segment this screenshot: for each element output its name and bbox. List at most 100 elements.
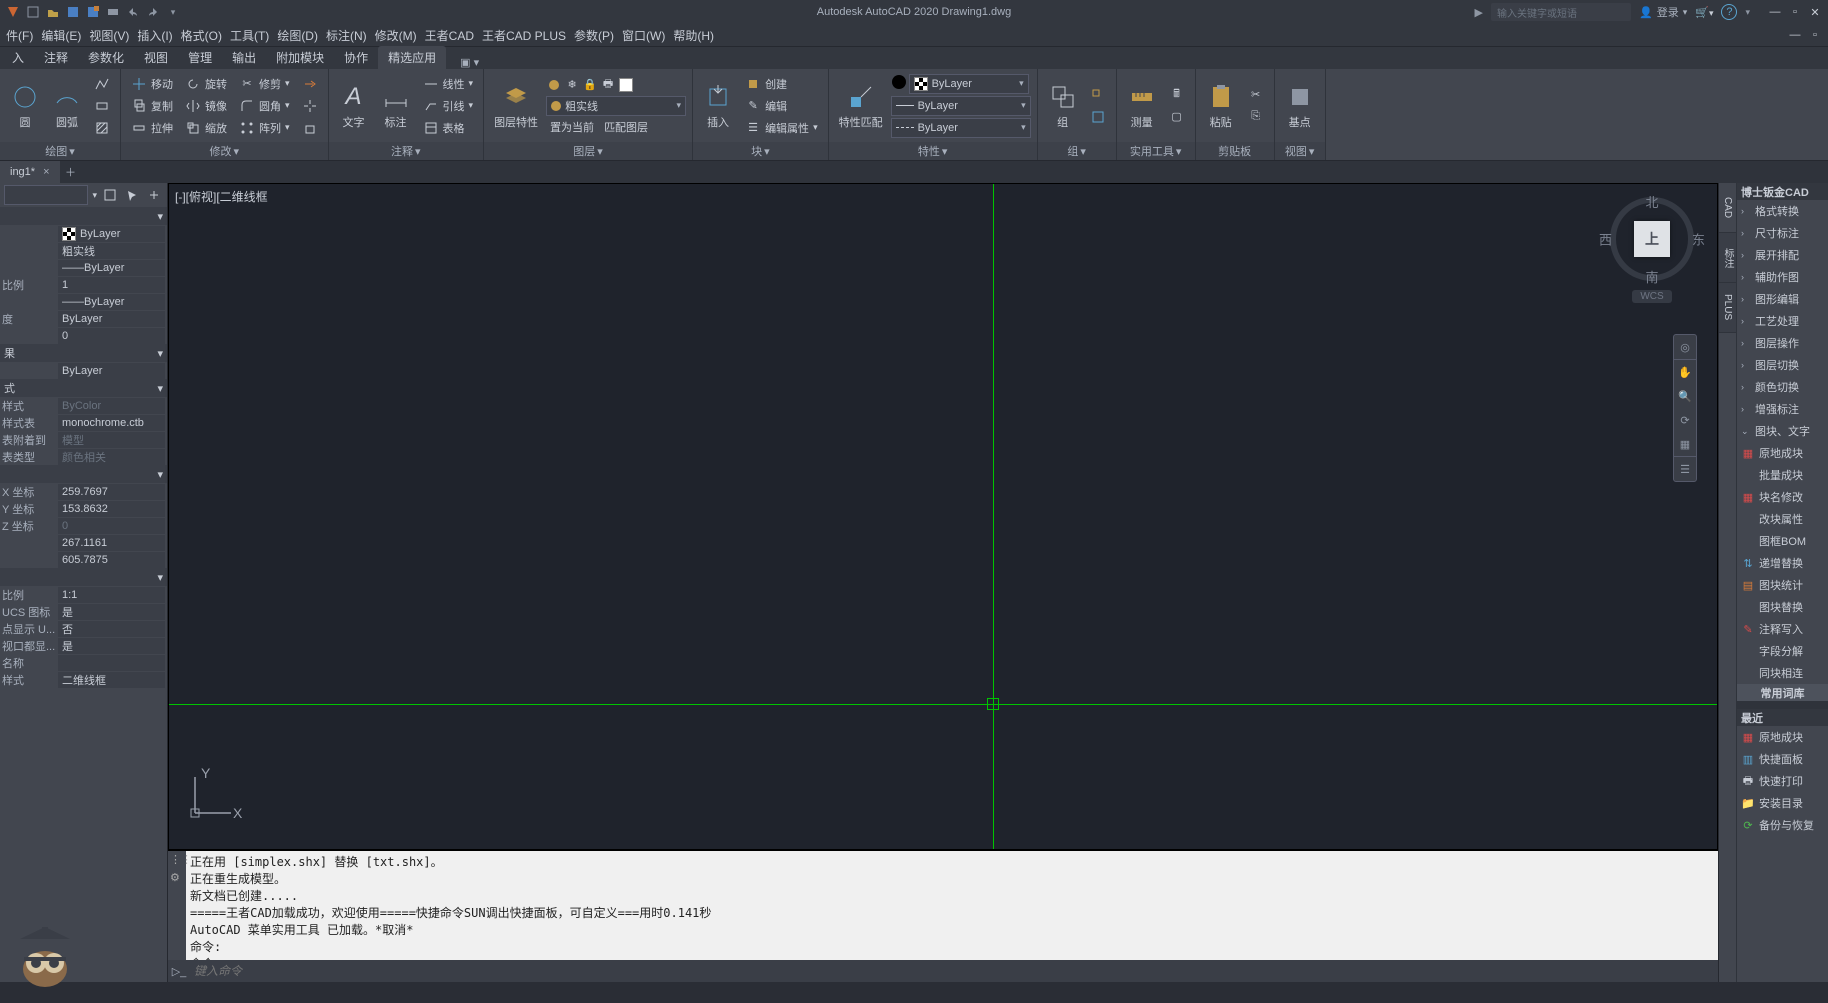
layerprev-button[interactable]: 置为当前 xyxy=(546,116,598,138)
palette-tab-dim[interactable]: 标注 xyxy=(1719,233,1736,283)
palette-recent-3[interactable]: 🖶快速打印 xyxy=(1737,770,1828,792)
palette-cat-layerop[interactable]: ›图层操作 xyxy=(1737,332,1828,354)
menu-insert[interactable]: 插入(I) xyxy=(133,24,176,46)
mirror-button[interactable]: 镜像 xyxy=(181,95,231,117)
ribbontab-output[interactable]: 输出 xyxy=(222,46,266,69)
menu-help[interactable]: 帮助(H) xyxy=(669,24,718,46)
menu-dim[interactable]: 标注(N) xyxy=(322,24,371,46)
explode-icon[interactable] xyxy=(298,95,322,117)
ribbontab-view[interactable]: 视图 xyxy=(134,46,178,69)
nav-zoom-icon[interactable]: 🔍 xyxy=(1674,384,1696,408)
scale-button[interactable]: 缩放 xyxy=(181,117,231,139)
circle-button[interactable]: 圆 xyxy=(6,72,44,140)
color-combo[interactable]: ByLayer xyxy=(909,74,1029,94)
prop-x-val[interactable]: 259.7697 xyxy=(58,484,165,500)
edit-attr-button[interactable]: ☰编辑属性▾ xyxy=(741,117,822,139)
app-menu-btn[interactable] xyxy=(4,3,22,21)
select-icon[interactable]: ▢ xyxy=(1165,106,1189,128)
arc-button[interactable]: 圆弧 xyxy=(48,72,86,140)
palette-tab-cad[interactable]: CAD xyxy=(1719,183,1736,233)
prop-lineweight-val[interactable]: —— ByLayer xyxy=(58,294,165,310)
prop-ucs-val[interactable]: 是 xyxy=(58,604,165,620)
panel-util-title[interactable]: 实用工具 ▾ xyxy=(1117,142,1195,160)
redo-icon[interactable] xyxy=(144,3,162,21)
command-history-text[interactable]: 正在用 [simplex.shx] 替换 [txt.shx]。 正在重生成模型。… xyxy=(186,851,1718,960)
drawing-area[interactable]: [-][俯视][二维线框 Y X 北 南 东 西 上 WCS xyxy=(168,183,1718,850)
prop-cat-misc[interactable]: ▾ xyxy=(0,568,167,586)
lineweight-combo[interactable]: ByLayer xyxy=(891,96,1031,116)
cmd-handle-icon[interactable]: ⋮⋮ xyxy=(170,853,184,867)
viewport-label[interactable]: [-][俯视][二维线框 xyxy=(175,188,268,205)
trim-button[interactable]: ✂修剪▾ xyxy=(235,73,294,95)
palette-cat-expand[interactable]: ›展开排配 xyxy=(1737,244,1828,266)
file-tab-active[interactable]: ing1*× xyxy=(0,161,60,183)
doc-restore-button[interactable]: ▫ xyxy=(1806,27,1824,43)
search-input[interactable]: 输入关键字或短语 xyxy=(1491,3,1631,21)
nav-pan-icon[interactable]: ✋ xyxy=(1674,360,1696,384)
ribbontab-apps[interactable]: 精选应用 xyxy=(378,46,446,69)
panel-group-title[interactable]: 组 ▾ xyxy=(1038,142,1116,160)
palette-item-fieldexp[interactable]: 字段分解 xyxy=(1737,640,1828,662)
layermatch-button[interactable]: 匹配图层 xyxy=(600,116,652,138)
layer-lock-icon[interactable]: 🔒 xyxy=(582,77,598,93)
prop-vstyle-val[interactable]: 二维线框 xyxy=(58,672,165,688)
palette-recent-4[interactable]: 📁安装目录 xyxy=(1737,792,1828,814)
panel-prop-title[interactable]: 特性 ▾ xyxy=(829,142,1037,160)
paste-button[interactable]: 粘贴 xyxy=(1202,72,1240,140)
palette-cat-colorsw[interactable]: ›颜色切换 xyxy=(1737,376,1828,398)
palette-cat-dimext[interactable]: ›增强标注 xyxy=(1737,398,1828,420)
palette-item-blockreplace[interactable]: 图块替换 xyxy=(1737,596,1828,618)
undo-icon[interactable] xyxy=(124,3,142,21)
hatch-button[interactable] xyxy=(90,117,114,139)
palette-tab-plus[interactable]: PLUS xyxy=(1719,283,1736,333)
prop-cat-plot[interactable]: 式▾ xyxy=(0,379,167,397)
basepoint-button[interactable]: 基点 xyxy=(1281,72,1319,140)
minimize-button[interactable]: — xyxy=(1766,4,1784,20)
wcs-label[interactable]: WCS xyxy=(1632,290,1672,303)
dim-button[interactable]: 标注 xyxy=(377,72,415,140)
cart-icon[interactable]: 🛒▾ xyxy=(1695,6,1713,19)
cmd-config-icon[interactable]: ⚙ xyxy=(170,871,184,885)
groupedit-icon[interactable] xyxy=(1086,106,1110,128)
prop-linetype-val[interactable]: —— ByLayer xyxy=(58,260,165,276)
nav-showmotion-icon[interactable]: ▦ xyxy=(1674,432,1696,456)
move-button[interactable]: 移动 xyxy=(127,73,177,95)
ribbontab-home[interactable]: 入 xyxy=(2,46,34,69)
menu-window[interactable]: 窗口(W) xyxy=(618,24,669,46)
leader-button[interactable]: 引线▾ xyxy=(419,95,478,117)
linear-button[interactable]: 线性▾ xyxy=(419,73,478,95)
panel-view-title[interactable]: 视图 ▾ xyxy=(1275,142,1325,160)
prop-plotatt-val[interactable]: 模型 xyxy=(58,432,165,448)
menu-modify[interactable]: 修改(M) xyxy=(371,24,421,46)
pickadd-icon[interactable] xyxy=(145,186,163,204)
copy-clip-icon[interactable]: ⎘ xyxy=(1244,106,1268,128)
measure-button[interactable]: 测量 xyxy=(1123,72,1161,140)
rotate-button[interactable]: 旋转 xyxy=(181,73,231,95)
prop-orig-val[interactable]: 否 xyxy=(58,621,165,637)
array-button[interactable]: 阵列▾ xyxy=(235,117,294,139)
palette-item-annotwrite[interactable]: ✎注释写入 xyxy=(1737,618,1828,640)
colorwheel-icon[interactable] xyxy=(891,74,907,90)
cut-icon[interactable]: ✂ xyxy=(1244,84,1268,106)
palette-cat-aux[interactable]: ›辅助作图 xyxy=(1737,266,1828,288)
fillet-button[interactable]: 圆角▾ xyxy=(235,95,294,117)
quickselect-icon[interactable] xyxy=(101,186,119,204)
prop-cat-view[interactable]: ▾ xyxy=(0,465,167,483)
palette-lib-title[interactable]: 常用词库 xyxy=(1737,684,1828,701)
layerprop-button[interactable]: 图层特性 xyxy=(490,72,542,140)
menu-tools[interactable]: 工具(T) xyxy=(226,24,273,46)
command-input[interactable] xyxy=(190,960,1718,982)
menu-draw[interactable]: 绘图(D) xyxy=(273,24,322,46)
prop-plotstyle-val[interactable]: ByColor xyxy=(58,398,165,414)
palette-cat-edit[interactable]: ›图形编辑 xyxy=(1737,288,1828,310)
restore-button[interactable]: ▫ xyxy=(1786,4,1804,20)
menu-kingplus[interactable]: 王者CAD PLUS xyxy=(478,24,570,46)
doc-minimize-button[interactable]: — xyxy=(1786,27,1804,43)
prop-vp-val[interactable]: 是 xyxy=(58,638,165,654)
command-prompt-icon[interactable]: ▷_ xyxy=(168,960,190,982)
palette-item-batchmake[interactable]: 批量成块 xyxy=(1737,464,1828,486)
add-tab-button[interactable]: ＋ xyxy=(60,161,82,183)
panel-block-title[interactable]: 块 ▾ xyxy=(693,142,828,160)
palette-item-blockstat[interactable]: ▤图块统计 xyxy=(1737,574,1828,596)
menu-view[interactable]: 视图(V) xyxy=(85,24,133,46)
